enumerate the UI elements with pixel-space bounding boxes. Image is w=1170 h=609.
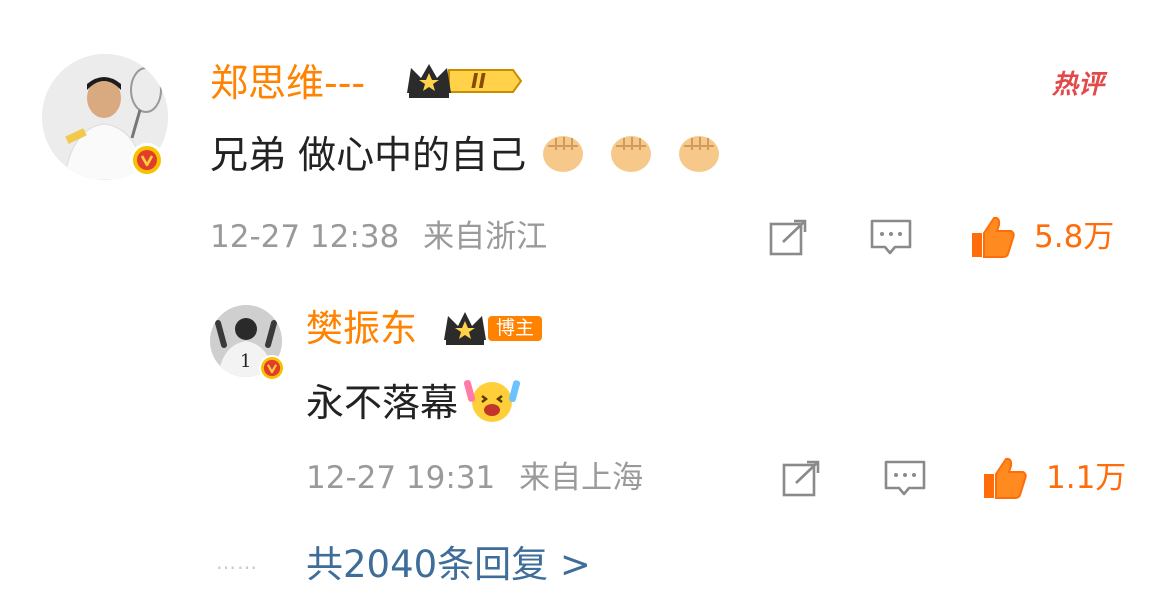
comment-meta: 12-27 12:38 来自浙江	[210, 222, 547, 253]
more-replies-dots: ……	[216, 550, 258, 574]
comment-time: 12-27 12:38	[210, 219, 400, 255]
reply-location: 来自上海	[519, 460, 644, 496]
reply-like-count: 1.1万	[1046, 460, 1127, 496]
verified-badge-icon	[130, 143, 164, 177]
comment-text: 兄弟 做心中的自己	[210, 133, 527, 177]
reply-text: 永不落幕	[306, 381, 459, 425]
fist-emoji-icon	[608, 130, 654, 180]
fist-emoji-icon	[676, 130, 722, 180]
verified-badge-icon	[259, 355, 285, 381]
level-badge-text: II	[471, 69, 486, 93]
more-replies-link[interactable]: 共2040条回复 >	[306, 546, 591, 583]
fist-emoji-icon	[540, 130, 586, 180]
reply-time: 12-27 19:31	[306, 460, 496, 496]
svg-text:1: 1	[240, 351, 251, 372]
share-button[interactable]	[766, 218, 812, 258]
comment-icon	[884, 460, 926, 496]
thumbs-up-icon	[984, 457, 1027, 499]
share-icon	[769, 219, 807, 256]
like-button[interactable]	[968, 214, 1018, 260]
thumbs-up-icon	[972, 216, 1015, 258]
crown-level-badge: II	[405, 60, 523, 102]
share-icon	[782, 460, 820, 497]
cheer-emoji-icon	[463, 376, 521, 430]
crown-badge-icon	[442, 308, 488, 348]
reply-comment-button[interactable]	[880, 459, 930, 499]
reply-meta: 12-27 19:31 来自上海	[306, 463, 643, 494]
host-badge: 博主	[488, 316, 543, 341]
hot-comment-label: 热评	[1052, 70, 1105, 100]
comment-author-name[interactable]: 郑思维---	[210, 64, 365, 102]
reply-share-button[interactable]	[779, 459, 825, 499]
comment-button[interactable]	[866, 218, 916, 258]
comment-like-count: 5.8万	[1034, 219, 1115, 255]
reply-like-button[interactable]	[980, 455, 1030, 501]
comment-location: 来自浙江	[423, 219, 548, 255]
reply-text-row: 永不落幕	[306, 376, 521, 430]
comment-icon	[870, 219, 912, 255]
reply-author-name[interactable]: 樊振东	[306, 310, 417, 347]
comment-text-row: 兄弟 做心中的自己	[210, 130, 722, 180]
